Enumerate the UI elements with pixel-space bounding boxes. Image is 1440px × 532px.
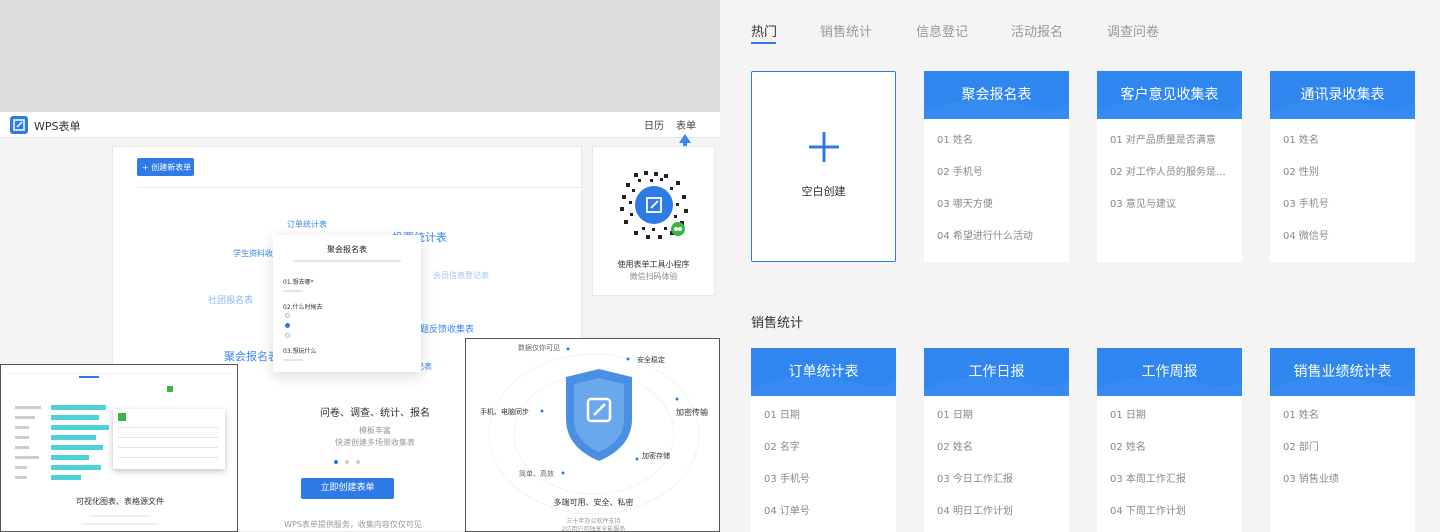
template-field: 04 微信号 <box>1283 231 1329 242</box>
preview-question: 02.什么时候去 <box>283 304 323 311</box>
template-field: 04 下周工作计划 <box>1110 506 1186 517</box>
template-field: 03 哪天方便 <box>937 199 993 210</box>
app-title: WPS表单 <box>34 120 81 133</box>
plus-icon <box>752 132 895 166</box>
template-field: 04 希望进行什么活动 <box>937 231 1033 242</box>
form-preview-card: 聚会报名表 01.想去哪* 02.什么时候去 03.想玩什么 <box>273 235 421 372</box>
template-field: 02 对工作人员的服务是否满意 <box>1110 167 1235 178</box>
qr-code-icon <box>615 166 693 244</box>
template-card-header: 工作周报 <box>1097 348 1242 396</box>
template-field: 03 意见与建议 <box>1110 199 1176 210</box>
footer-note: WPS表单提供服务，收集内容仅仅可见 <box>284 520 422 529</box>
template-field: 02 姓名 <box>1110 442 1146 453</box>
tagline-sub: 模板丰富 <box>359 426 391 435</box>
bar-chart-icon <box>15 405 109 480</box>
template-card[interactable]: 客户意见收集表 01 对产品质量是否满意 02 对工作人员的服务是否满意 03 … <box>1097 71 1242 262</box>
template-field: 03 手机号 <box>1283 199 1329 210</box>
template-card[interactable]: 工作日报 01 日期 02 姓名 03 今日工作汇报 04 明日工作计划 <box>924 348 1069 532</box>
template-field: 01 日期 <box>1110 410 1146 421</box>
wps-form-logo-icon <box>10 116 28 134</box>
template-card[interactable]: 订单统计表 01 日期 02 名字 03 手机号 04 订单号 <box>751 348 896 532</box>
security-feature-card: 数据仅你可见 安全稳定 手机、电脑同步 加密传输 加密存储 简单、高效 多端可用… <box>465 338 720 532</box>
template-field: 01 对产品质量是否满意 <box>1110 135 1216 146</box>
carousel-dot[interactable] <box>345 460 349 464</box>
wps-form-screenshot-panel: WPS表单 日历 表单 + 创建新表单 订单统计表 投票统计表 学生资料收集表 … <box>0 0 720 532</box>
tab-sales-stats[interactable]: 销售统计 <box>820 21 872 40</box>
template-field: 04 订单号 <box>764 506 810 517</box>
tagline: 问卷、调查、统计、报名 <box>320 408 430 419</box>
create-new-form-button[interactable]: + 创建新表单 <box>137 158 194 176</box>
template-gallery-panel: 热门 销售统计 信息登记 活动报名 调查问卷 空白创建 聚会报名表 01 姓名 … <box>720 0 1440 532</box>
template-card-header: 通讯录收集表 <box>1270 71 1415 119</box>
template-field: 04 明日工作计划 <box>937 506 1013 517</box>
template-field: 02 部门 <box>1283 442 1319 453</box>
feature-label: 数据仅你可见 <box>518 344 560 352</box>
preview-radio <box>285 323 290 328</box>
tab-info-registration[interactable]: 信息登记 <box>916 21 968 40</box>
feature-label: 手机、电脑同步 <box>480 408 529 416</box>
template-card[interactable]: 工作周报 01 日期 02 姓名 03 本周工作汇报 04 下周工作计划 <box>1097 348 1242 532</box>
spreadsheet-preview <box>113 409 225 469</box>
qr-caption: 微信扫码体验 <box>629 272 678 281</box>
preview-radio <box>285 313 290 318</box>
floating-label: 聚会报名表 <box>224 350 279 363</box>
template-card[interactable]: 聚会报名表 01 姓名 02 手机号 03 哪天方便 04 希望进行什么活动 <box>924 71 1069 262</box>
active-tab-indicator <box>751 42 776 44</box>
preview-radio <box>285 333 290 338</box>
feature-label: 加密存储 <box>642 452 670 460</box>
blank-create-card[interactable]: 空白创建 <box>751 71 896 262</box>
carousel-dot[interactable] <box>334 460 338 464</box>
template-card-header: 聚会报名表 <box>924 71 1069 119</box>
template-field: 03 本周工作汇报 <box>1110 474 1186 485</box>
template-field: 02 手机号 <box>937 167 983 178</box>
viz-caption: 可视化图表、表格源文件 <box>76 497 164 506</box>
preview-question: 01.想去哪* <box>283 279 314 286</box>
template-field: 02 性别 <box>1283 167 1319 178</box>
template-field: 03 销售业绩 <box>1283 474 1339 485</box>
template-card-header: 销售业绩统计表 <box>1270 348 1415 396</box>
template-field: 01 姓名 <box>1283 410 1319 421</box>
create-form-now-button[interactable]: 立即创建表单 <box>301 478 394 499</box>
nav-form-link[interactable]: 表单 <box>676 117 696 132</box>
floating-label: 会员信息登记表 <box>433 271 489 280</box>
visualization-feature-card: 可视化图表、表格源文件 <box>0 364 238 532</box>
preview-title: 聚会报名表 <box>327 245 367 254</box>
feature-label: 安全稳定 <box>637 356 665 364</box>
section-title-sales: 销售统计 <box>751 316 804 331</box>
security-caption: 多端可用、安全、私密 <box>553 498 634 507</box>
template-field: 03 手机号 <box>764 474 810 485</box>
qr-caption: 使用表单工具小程序 <box>617 260 690 269</box>
preview-text-line <box>293 260 401 262</box>
wps-header-bar: WPS表单 日历 表单 <box>0 112 720 138</box>
template-card-header: 订单统计表 <box>751 348 896 396</box>
carousel-dot[interactable] <box>356 460 360 464</box>
tab-hot[interactable]: 热门 <box>751 21 777 40</box>
divider <box>137 187 584 188</box>
template-field: 02 姓名 <box>937 442 973 453</box>
template-field: 03 今日工作汇报 <box>937 474 1013 485</box>
feature-label: 简单、高效 <box>519 470 554 478</box>
floating-label: 订单统计表 <box>287 220 327 229</box>
template-field: 01 姓名 <box>1283 135 1319 146</box>
nav-calendar-link[interactable]: 日历 <box>644 117 664 132</box>
template-field: 01 日期 <box>764 410 800 421</box>
template-card[interactable]: 通讯录收集表 01 姓名 02 性别 03 手机号 04 微信号 <box>1270 71 1415 262</box>
tab-survey[interactable]: 调查问卷 <box>1107 21 1159 40</box>
preview-text-line <box>283 359 303 361</box>
feature-label: 加密传输 <box>676 408 708 417</box>
preview-text-line <box>283 290 303 292</box>
template-field: 01 日期 <box>937 410 973 421</box>
template-field: 01 姓名 <box>937 135 973 146</box>
template-card-header: 工作日报 <box>924 348 1069 396</box>
template-card[interactable]: 销售业绩统计表 01 姓名 02 部门 03 销售业绩 <box>1270 348 1415 532</box>
blank-create-label: 空白创建 <box>801 185 846 198</box>
floating-label: 社团报名表 <box>208 296 254 306</box>
preview-question: 03.想玩什么 <box>283 348 317 355</box>
tagline-sub: 快速创建多场景收集表 <box>335 438 415 447</box>
template-field: 02 名字 <box>764 442 800 453</box>
tab-event-signup[interactable]: 活动报名 <box>1011 21 1063 40</box>
security-sub: 2亿用户可独享全能服务 <box>561 526 626 532</box>
template-card-header: 客户意见收集表 <box>1097 71 1242 119</box>
